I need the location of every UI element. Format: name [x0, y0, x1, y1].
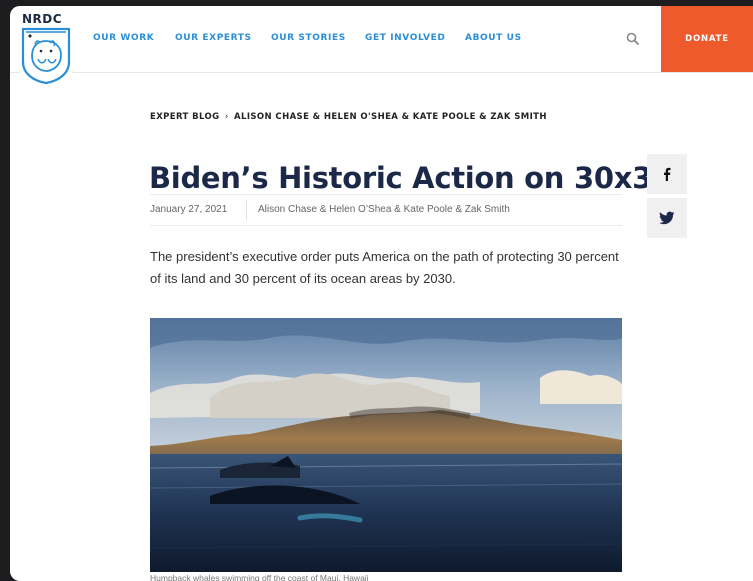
facebook-icon: [664, 167, 671, 181]
article-dek: The president’s executive order puts Ame…: [150, 249, 619, 286]
nrdc-logo[interactable]: NRDC: [20, 12, 72, 86]
logo-text: NRDC: [22, 12, 63, 26]
hero-image: [150, 318, 622, 572]
donate-button[interactable]: DONATE: [661, 6, 753, 72]
breadcrumb-separator: ›: [224, 112, 229, 122]
nav-about-us[interactable]: ABOUT US: [465, 33, 522, 43]
breadcrumb: EXPERT BLOG › ALISON CHASE & HELEN O'SHE…: [150, 112, 547, 122]
image-caption: Humpback whales swimming off the coast o…: [150, 573, 369, 581]
nav-our-experts[interactable]: OUR EXPERTS: [175, 33, 252, 43]
facebook-share-button[interactable]: [647, 154, 687, 194]
twitter-icon: [659, 211, 675, 225]
browser-page: NRDC OUR WORK OUR EXPERTS OUR STORIES GE…: [10, 6, 753, 581]
breadcrumb-section-link[interactable]: EXPERT BLOG: [150, 112, 220, 122]
humpback-whale-photo: [150, 318, 622, 572]
twitter-share-button[interactable]: [647, 198, 687, 238]
nav-our-stories[interactable]: OUR STORIES: [271, 33, 346, 43]
search-button[interactable]: [623, 29, 643, 49]
breadcrumb-authors[interactable]: ALISON CHASE & HELEN O'SHEA & KATE POOLE…: [234, 112, 547, 122]
search-icon: [626, 32, 639, 45]
nav-get-involved[interactable]: GET INVOLVED: [365, 33, 445, 43]
article-meta: January 27, 2021 Alison Chase & Helen O’…: [150, 194, 622, 226]
article-title: Biden’s Historic Action on 30x30: [149, 161, 672, 196]
polar-bear-emblem-icon: [21, 27, 71, 84]
share-bar: [647, 154, 687, 238]
nav-our-work[interactable]: OUR WORK: [93, 33, 154, 43]
author-list[interactable]: Alison Chase & Helen O’Shea & Kate Poole…: [258, 204, 510, 215]
publish-date: January 27, 2021: [150, 204, 228, 215]
site-header: NRDC OUR WORK OUR EXPERTS OUR STORIES GE…: [10, 6, 753, 86]
meta-divider: [246, 200, 247, 220]
